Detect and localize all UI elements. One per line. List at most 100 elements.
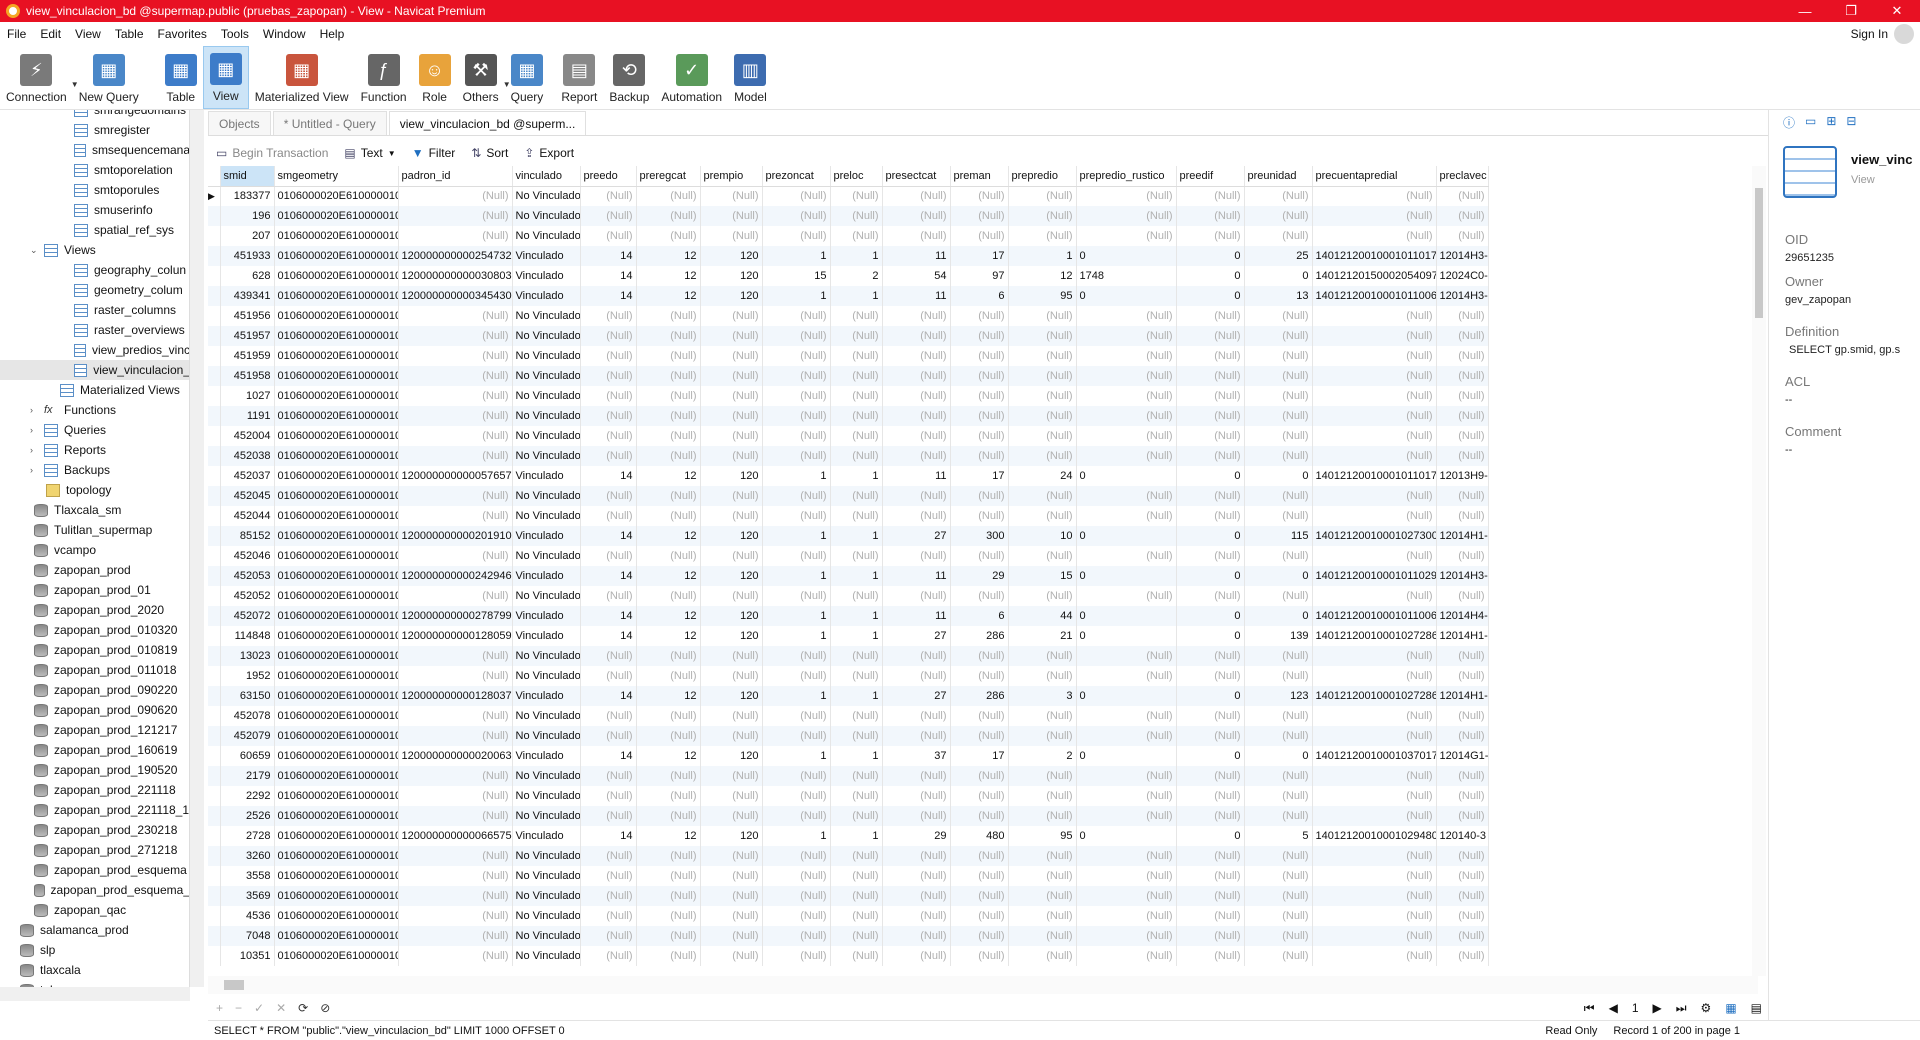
- cell-precuentapredial[interactable]: (Null): [1312, 346, 1437, 366]
- row-header[interactable]: [208, 266, 221, 286]
- cell-preedif[interactable]: (Null): [1176, 866, 1245, 886]
- cell-vinculado[interactable]: No Vinculado: [512, 706, 581, 726]
- discard-changes-icon[interactable]: ✕: [276, 1001, 286, 1015]
- cell-smgeometry[interactable]: 0106000020E6100000100000: [274, 766, 399, 786]
- tree-item-zapopan-prod-esquema-[interactable]: zapopan_prod_esquema_: [0, 880, 189, 900]
- cell-preloc[interactable]: 2: [830, 266, 883, 286]
- row-header[interactable]: [208, 546, 221, 566]
- cell-smid[interactable]: 1027: [220, 386, 275, 406]
- row-header[interactable]: [208, 786, 221, 806]
- cell-preunidad[interactable]: (Null): [1244, 446, 1313, 466]
- cell-presectcat[interactable]: (Null): [882, 846, 951, 866]
- cell-prempio[interactable]: 120: [700, 606, 763, 626]
- cell-prempio[interactable]: (Null): [700, 786, 763, 806]
- cell-smgeometry[interactable]: 0106000020E6100000100000: [274, 646, 399, 666]
- table-row[interactable]: 4520780106000020E6100000100000(Null)No V…: [208, 706, 1489, 726]
- cell-presectcat[interactable]: (Null): [882, 646, 951, 666]
- cell-smgeometry[interactable]: 0106000020E6100000100000: [274, 546, 399, 566]
- tree-item-zapopan-prod-01[interactable]: zapopan_prod_01: [0, 580, 189, 600]
- cell-precuentapredial[interactable]: (Null): [1312, 486, 1437, 506]
- cell-preclavec[interactable]: 12014H1-: [1436, 526, 1489, 546]
- tree-item-geography-colun[interactable]: geography_colun: [0, 260, 189, 280]
- dependency-icon[interactable]: ⊞: [1826, 114, 1836, 131]
- cell-preedo[interactable]: (Null): [580, 646, 637, 666]
- cell-preedo[interactable]: 14: [580, 826, 637, 846]
- cell-prepredio_rustico[interactable]: (Null): [1076, 346, 1177, 366]
- cell-prepredio_rustico[interactable]: (Null): [1076, 366, 1177, 386]
- cell-preclavec[interactable]: 12014H3-: [1436, 286, 1489, 306]
- cell-prempio[interactable]: (Null): [700, 586, 763, 606]
- cell-prepredio_rustico[interactable]: (Null): [1076, 906, 1177, 926]
- chevron-right-icon[interactable]: ›: [30, 405, 42, 415]
- cell-preedo[interactable]: (Null): [580, 726, 637, 746]
- cell-preregcat[interactable]: (Null): [636, 646, 701, 666]
- cell-precuentapredial[interactable]: 14012120150002054097000012: [1312, 266, 1437, 286]
- cell-prezoncat[interactable]: 1: [762, 826, 831, 846]
- cell-preedo[interactable]: (Null): [580, 946, 637, 966]
- cell-preedif[interactable]: (Null): [1176, 446, 1245, 466]
- cell-vinculado[interactable]: No Vinculado: [512, 546, 581, 566]
- cell-smid[interactable]: 4536: [220, 906, 275, 926]
- cell-prempio[interactable]: (Null): [700, 946, 763, 966]
- cell-smgeometry[interactable]: 0106000020E6100000100000: [274, 866, 399, 886]
- tree-item-smregister[interactable]: smregister: [0, 120, 189, 140]
- cell-preregcat[interactable]: (Null): [636, 706, 701, 726]
- cell-precuentapredial[interactable]: (Null): [1312, 386, 1437, 406]
- cell-vinculado[interactable]: No Vinculado: [512, 226, 581, 246]
- cell-preregcat[interactable]: 12: [636, 266, 701, 286]
- cell-precuentapredial[interactable]: (Null): [1312, 506, 1437, 526]
- cell-presectcat[interactable]: (Null): [882, 226, 951, 246]
- cell-preregcat[interactable]: (Null): [636, 486, 701, 506]
- cell-preunidad[interactable]: (Null): [1244, 226, 1313, 246]
- cell-prezoncat[interactable]: (Null): [762, 866, 831, 886]
- cell-padron_id[interactable]: (Null): [398, 866, 513, 886]
- row-header[interactable]: [208, 886, 221, 906]
- cell-precuentapredial[interactable]: 14012120010001027286000003: [1312, 686, 1437, 706]
- cell-preregcat[interactable]: 12: [636, 566, 701, 586]
- cell-padron_id[interactable]: (Null): [398, 446, 513, 466]
- cell-preclavec[interactable]: (Null): [1436, 646, 1489, 666]
- cell-preedif[interactable]: (Null): [1176, 786, 1245, 806]
- row-header[interactable]: [208, 726, 221, 746]
- cell-padron_id[interactable]: (Null): [398, 386, 513, 406]
- table-row[interactable]: 130230106000020E6100000100000(Null)No Vi…: [208, 646, 1489, 666]
- tree-item-tulitlan-supermap[interactable]: Tulitlan_supermap: [0, 520, 189, 540]
- cell-prepredio[interactable]: 10: [1008, 526, 1077, 546]
- cell-preloc[interactable]: (Null): [830, 586, 883, 606]
- cell-vinculado[interactable]: No Vinculado: [512, 306, 581, 326]
- cell-smgeometry[interactable]: 0106000020E6100000100000: [274, 846, 399, 866]
- cell-preman[interactable]: 6: [950, 606, 1009, 626]
- cell-padron_id[interactable]: (Null): [398, 206, 513, 226]
- cell-prezoncat[interactable]: (Null): [762, 646, 831, 666]
- cell-prempio[interactable]: (Null): [700, 406, 763, 426]
- cell-preedif[interactable]: (Null): [1176, 846, 1245, 866]
- cell-prepredio_rustico[interactable]: (Null): [1076, 306, 1177, 326]
- cell-preedo[interactable]: (Null): [580, 346, 637, 366]
- cell-padron_id[interactable]: 120000000000242946: [398, 566, 513, 586]
- cell-prempio[interactable]: (Null): [700, 866, 763, 886]
- cell-preunidad[interactable]: (Null): [1244, 186, 1313, 206]
- cell-preedo[interactable]: 14: [580, 686, 637, 706]
- table-row[interactable]: ▶1833770106000020E6100000100000(Null)No …: [208, 186, 1489, 206]
- cell-preregcat[interactable]: (Null): [636, 346, 701, 366]
- cell-prezoncat[interactable]: (Null): [762, 486, 831, 506]
- cell-preregcat[interactable]: (Null): [636, 666, 701, 686]
- table-row[interactable]: 4519560106000020E6100000100000(Null)No V…: [208, 306, 1489, 326]
- cell-prepredio_rustico[interactable]: (Null): [1076, 886, 1177, 906]
- cell-padron_id[interactable]: (Null): [398, 546, 513, 566]
- cell-vinculado[interactable]: No Vinculado: [512, 446, 581, 466]
- cell-prepredio[interactable]: (Null): [1008, 766, 1077, 786]
- row-header[interactable]: [208, 486, 221, 506]
- cell-vinculado[interactable]: No Vinculado: [512, 846, 581, 866]
- cell-prezoncat[interactable]: 1: [762, 686, 831, 706]
- cell-preedif[interactable]: (Null): [1176, 546, 1245, 566]
- cell-preregcat[interactable]: (Null): [636, 786, 701, 806]
- column-header-preloc[interactable]: preloc: [830, 166, 883, 187]
- cell-presectcat[interactable]: (Null): [882, 926, 951, 946]
- cell-smgeometry[interactable]: 0106000020E6100000100000: [274, 226, 399, 246]
- cell-prepredio_rustico[interactable]: 0: [1076, 606, 1177, 626]
- cell-prezoncat[interactable]: 15: [762, 266, 831, 286]
- cell-preclavec[interactable]: 120140-3: [1436, 826, 1489, 846]
- row-header[interactable]: [208, 906, 221, 926]
- menu-view[interactable]: View: [68, 27, 108, 41]
